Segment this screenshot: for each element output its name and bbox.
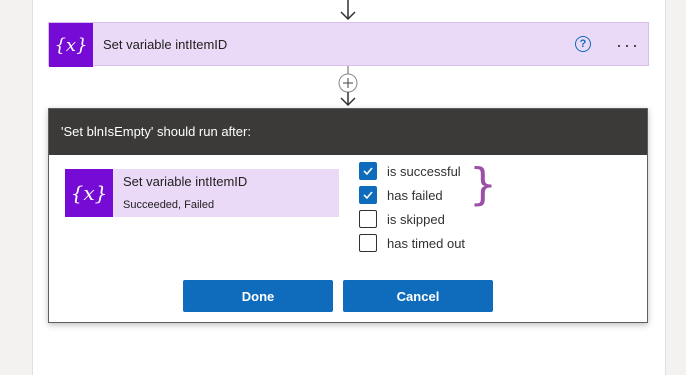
checkbox-has-timed-out[interactable] <box>359 234 377 252</box>
option-has-failed[interactable]: has failed <box>359 185 443 205</box>
set-variable-action-card[interactable]: {x} Set variable intItemID ? ··· <box>48 22 649 67</box>
previous-action-status: Succeeded, Failed <box>123 199 215 211</box>
option-label: has timed out <box>387 235 466 251</box>
run-after-dialog: 'Set blnIsEmpty' should run after: {x} S… <box>48 108 648 323</box>
option-label: is skipped <box>387 211 445 227</box>
action-title: Set variable intItemID <box>103 37 228 52</box>
option-has-timed-out[interactable]: has timed out <box>359 233 465 253</box>
checkmark-icon <box>363 191 373 200</box>
help-icon[interactable]: ? <box>575 36 591 52</box>
option-is-skipped[interactable]: is skipped <box>359 209 445 229</box>
brace-annotation: } <box>469 159 497 210</box>
variable-icon: {x} <box>49 23 93 67</box>
option-is-successful[interactable]: is successful <box>359 161 461 181</box>
option-label: has failed <box>387 187 443 203</box>
checkbox-is-skipped[interactable] <box>359 210 377 228</box>
checkmark-icon <box>363 167 373 176</box>
arrow-down-icon <box>340 0 356 21</box>
insert-step-connector[interactable] <box>336 66 360 108</box>
checkbox-is-successful[interactable] <box>359 162 377 180</box>
previous-action-card: {x} Set variable intItemID Succeeded, Fa… <box>65 169 339 217</box>
variable-icon: {x} <box>65 169 113 217</box>
more-options-icon[interactable]: ··· <box>615 31 641 59</box>
done-button[interactable]: Done <box>183 280 333 312</box>
option-label: is successful <box>387 163 461 179</box>
dialog-title: 'Set blnIsEmpty' should run after: <box>49 109 647 155</box>
previous-action-name: Set variable intItemID <box>123 174 248 189</box>
cancel-button[interactable]: Cancel <box>343 280 493 312</box>
checkbox-has-failed[interactable] <box>359 186 377 204</box>
